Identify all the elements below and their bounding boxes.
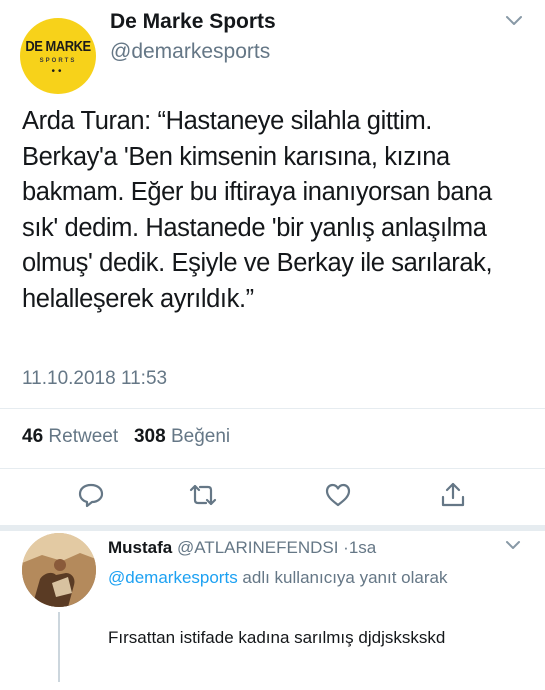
retweet-icon[interactable] [187,480,217,510]
retweet-count[interactable]: 46 [22,426,43,447]
divider [0,468,545,469]
reply-to-mention[interactable]: @demarkesports [108,568,238,587]
logo-dots: •• [51,66,65,77]
avatar[interactable]: DE MARKE SPORTS •• [20,18,96,94]
tweet-stats: 46 Retweet 308 Beğeni [22,426,230,448]
heart-icon[interactable] [323,480,353,510]
tweet-text: Arda Turan: “Hastaneye silahla gittim. B… [22,107,493,313]
reply-display-name[interactable]: Mustafa [108,538,172,557]
reply-time[interactable]: 1sa [349,538,376,557]
reply-to-suffix: adlı kullanıcıya yanıt olarak [237,568,448,587]
reply-username[interactable]: @ATLARINEFENDSI [177,538,338,557]
chevron-down-icon[interactable] [505,538,521,556]
section-divider [0,525,545,531]
chevron-down-icon[interactable] [505,14,523,32]
reply-text: Fırsattan istifade kadına sarılmış djdjs… [108,628,446,647]
timestamp[interactable]: 11.10.2018 11:53 [22,368,167,390]
replying-to: @demarkesports adlı kullanıcıya yanıt ol… [108,565,488,591]
reply-avatar[interactable] [22,533,96,607]
like-count[interactable]: 308 [134,426,166,447]
username[interactable]: @demarkesports [110,40,270,64]
logo-subtext: SPORTS [39,58,77,64]
reply-header: Mustafa @ATLARINEFENDSI ·1sa [108,538,376,558]
divider [0,408,545,409]
logo-text: DE MARKE [25,38,91,55]
reply-icon[interactable] [76,480,106,510]
share-icon[interactable] [438,480,468,510]
like-label[interactable]: Beğeni [171,426,230,447]
display-name[interactable]: De Marke Sports [110,10,276,34]
thread-line [58,612,60,682]
retweet-label[interactable]: Retweet [48,426,118,447]
